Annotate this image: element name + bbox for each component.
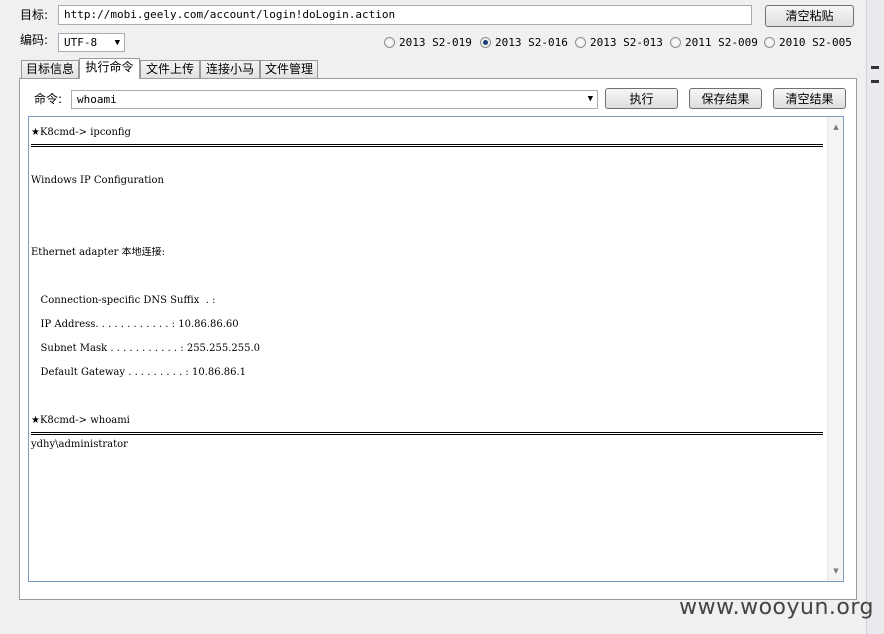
chevron-down-icon[interactable]: ▼: [588, 91, 593, 108]
exploit-radio-s2-005[interactable]: 2010 S2-005: [764, 34, 854, 50]
scroll-up-arrow-icon[interactable]: ▲: [828, 120, 843, 134]
chevron-down-icon: ▼: [114, 38, 120, 48]
output-line: Connection-specific DNS Suffix . :: [31, 295, 216, 306]
radio-selected-icon: [480, 36, 491, 48]
clear-paste-button[interactable]: 清空粘贴: [765, 5, 854, 27]
exploit-radio-group: 2013 S2-019 2013 S2-016 2013 S2-013 2011…: [384, 34, 854, 50]
output-line: ★K8cmd-> ipconfig: [31, 127, 131, 138]
command-input[interactable]: whoami ▼: [71, 90, 598, 109]
encoding-select[interactable]: UTF-8 ▼: [58, 33, 125, 52]
exploit-label: 2013 S2-013: [590, 35, 663, 49]
clear-results-button[interactable]: 清空结果: [773, 88, 846, 109]
target-label: 目标:: [20, 8, 49, 22]
exploit-label: 2010 S2-005: [779, 35, 852, 49]
radio-icon: [384, 36, 395, 48]
exploit-radio-s2-019[interactable]: 2013 S2-019: [384, 34, 480, 50]
window-edge: [866, 0, 884, 634]
output-line: Ethernet adapter 本地连接:: [31, 247, 166, 258]
separator-line: [31, 139, 823, 151]
exploit-radio-s2-013[interactable]: 2013 S2-013: [575, 34, 670, 50]
command-value: whoami: [77, 93, 117, 106]
output-line: Default Gateway . . . . . . . . . : 10.8…: [31, 367, 247, 378]
tab-connect-shell[interactable]: 连接小马: [200, 60, 260, 78]
tab-file-upload[interactable]: 文件上传: [140, 60, 200, 78]
encoding-value: UTF-8: [64, 36, 98, 49]
target-url-input[interactable]: http://mobi.geely.com/account/login!doLo…: [58, 5, 752, 25]
separator-line: [31, 427, 823, 439]
output-line: Subnet Mask . . . . . . . . . . . : 255.…: [31, 343, 260, 354]
output-lines: ★K8cmd-> ipconfig Windows IP Configuratio…: [31, 127, 823, 451]
tab-file-manager[interactable]: 文件管理: [260, 60, 318, 78]
edge-mark: [871, 66, 879, 69]
command-label: 命令:: [34, 92, 63, 106]
exploit-label: 2013 S2-019: [399, 35, 472, 49]
output-line: ydhy\administrator: [31, 439, 128, 450]
edge-mark: [871, 80, 879, 83]
output-line: Windows IP Configuration: [31, 175, 164, 186]
exploit-label: 2011 S2-009: [685, 35, 758, 49]
radio-icon: [575, 36, 586, 48]
watermark: www.wooyun.org: [679, 595, 874, 620]
save-results-button[interactable]: 保存结果: [689, 88, 762, 109]
output-line: ★K8cmd-> whoami: [31, 415, 130, 426]
encoding-label: 编码:: [20, 33, 49, 47]
exploit-label: 2013 S2-016: [495, 35, 568, 49]
radio-icon: [670, 36, 681, 48]
execute-button[interactable]: 执行: [605, 88, 678, 109]
exploit-radio-s2-016[interactable]: 2013 S2-016: [480, 34, 575, 50]
tab-execute-command[interactable]: 执行命令: [79, 58, 140, 79]
radio-icon: [764, 36, 775, 48]
output-line: IP Address. . . . . . . . . . . . : 10.8…: [31, 319, 239, 330]
exploit-radio-s2-009[interactable]: 2011 S2-009: [670, 34, 764, 50]
command-output[interactable]: ★K8cmd-> ipconfig Windows IP Configuratio…: [28, 116, 844, 582]
output-scrollbar[interactable]: ▲ ▼: [827, 117, 843, 581]
scroll-down-arrow-icon[interactable]: ▼: [828, 564, 843, 578]
tab-target-info[interactable]: 目标信息: [21, 60, 79, 78]
